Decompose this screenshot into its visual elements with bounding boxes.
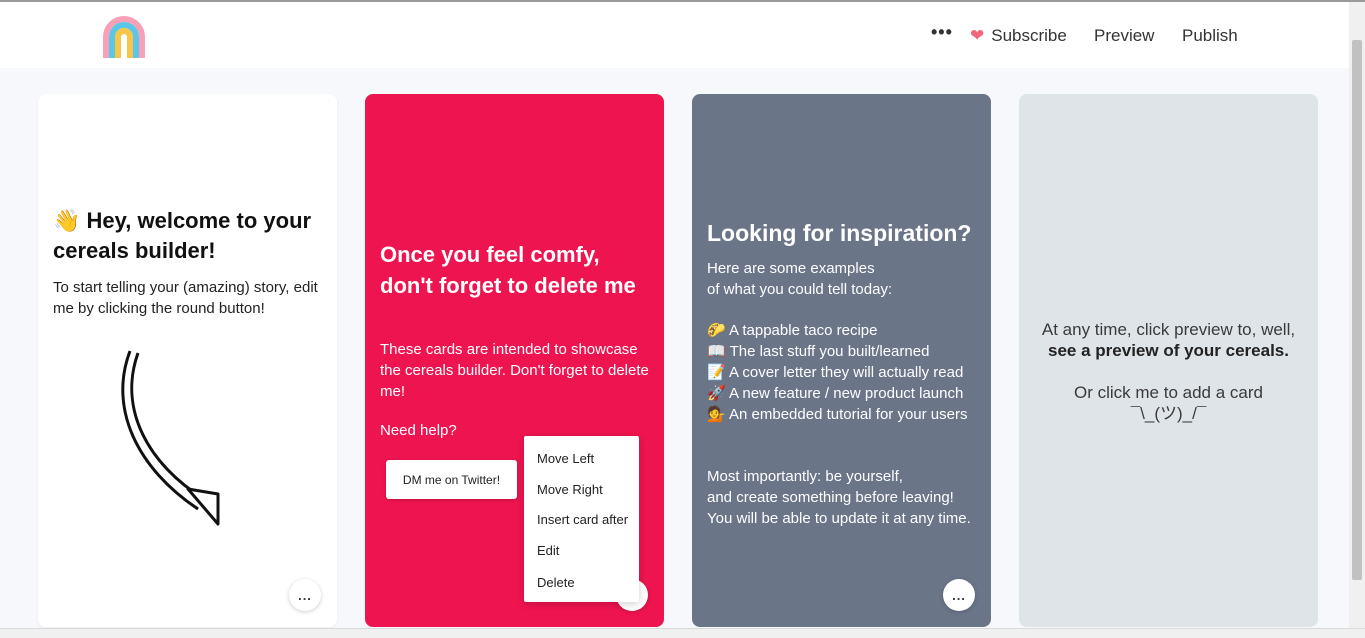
- rainbow-logo-icon[interactable]: [103, 16, 145, 58]
- scrollbar-thumb[interactable]: [1352, 40, 1362, 580]
- subscribe-label: Subscribe: [991, 26, 1067, 45]
- card-inspiration[interactable]: Looking for inspiration? Here are some e…: [692, 94, 991, 627]
- menu-item-delete[interactable]: Delete: [537, 575, 575, 590]
- waving-hand-icon: 👋: [53, 208, 81, 233]
- menu-item-move-right[interactable]: Move Right: [537, 482, 603, 497]
- subscribe-button[interactable]: ❤ Subscribe: [970, 26, 1067, 46]
- header: ••• ❤ Subscribe Preview Publish: [0, 2, 1349, 68]
- more-options-button[interactable]: •••: [931, 22, 953, 43]
- card-context-menu: Move Left Move Right Insert card after E…: [524, 436, 639, 602]
- card-welcome[interactable]: 👋 Hey, welcome to your cereals builder! …: [38, 94, 337, 627]
- curved-arrow-icon: [121, 350, 220, 526]
- menu-item-insert-card-after[interactable]: Insert card after: [537, 512, 628, 527]
- card-title: 👋 Hey, welcome to your cereals builder!: [53, 208, 312, 263]
- list-item: 💁 An embedded tutorial for your users: [707, 406, 968, 423]
- heart-icon: ❤: [970, 26, 985, 45]
- card-help-text: Need help?: [380, 422, 457, 439]
- card-title: Once you feel comfy, don't forget to del…: [380, 242, 636, 298]
- card-edit-button[interactable]: ...: [289, 579, 321, 611]
- card-edit-button[interactable]: ...: [943, 579, 975, 611]
- list-item: 📖 The last stuff you built/learned: [707, 343, 930, 360]
- menu-item-move-left[interactable]: Move Left: [537, 451, 594, 466]
- dm-twitter-button[interactable]: DM me on Twitter!: [386, 460, 517, 499]
- examples-list: 🌮 A tappable taco recipe 📖 The last stuf…: [707, 320, 992, 425]
- menu-item-edit[interactable]: Edit: [537, 543, 559, 558]
- list-item: 🚀 A new feature / new product launch: [707, 385, 964, 402]
- card-text: To start telling your (amazing) story, e…: [53, 279, 318, 317]
- card-outro: Most importantly: be yourself, and creat…: [707, 468, 971, 527]
- placeholder-text: At any time, click preview to, well, see…: [1041, 320, 1296, 423]
- preview-button[interactable]: Preview: [1094, 26, 1154, 46]
- list-item: 🌮 A tappable taco recipe: [707, 322, 878, 339]
- card-title: Looking for inspiration?: [707, 220, 972, 246]
- publish-button[interactable]: Publish: [1182, 26, 1238, 46]
- card-text: These cards are intended to showcase the…: [380, 341, 649, 400]
- list-item: 📝 A cover letter they will actually read: [707, 364, 964, 381]
- add-card-placeholder[interactable]: At any time, click preview to, well, see…: [1019, 94, 1318, 627]
- card-intro: Here are some examples of what you could…: [707, 260, 893, 298]
